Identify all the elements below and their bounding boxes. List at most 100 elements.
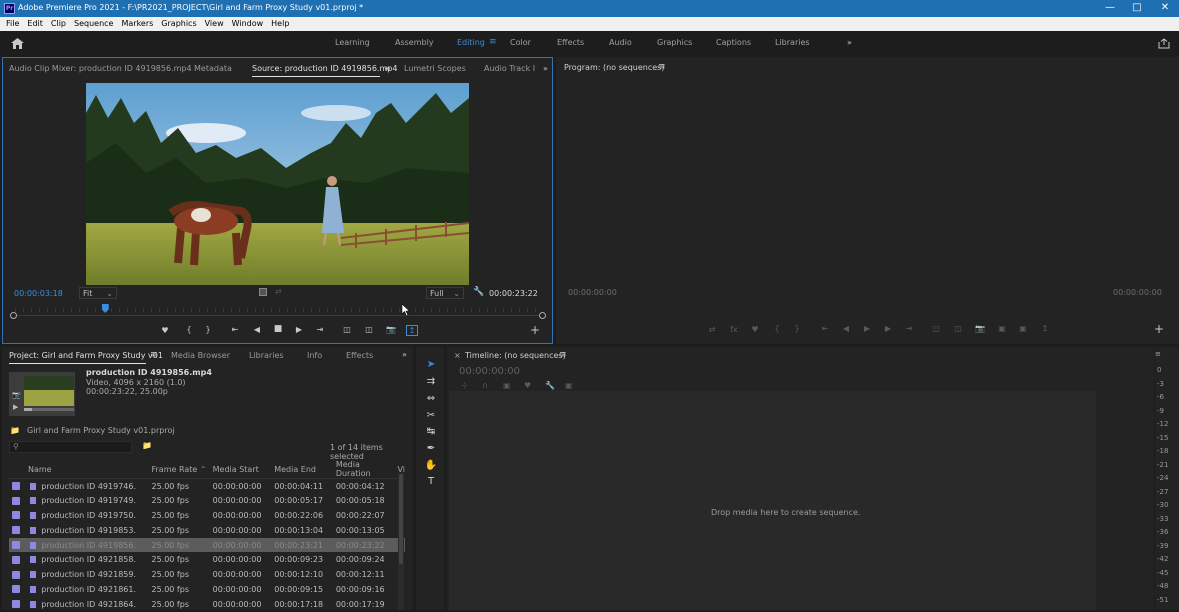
- timeline-drop-area[interactable]: [449, 391, 1096, 610]
- label-color-chip[interactable]: [12, 600, 20, 609]
- go-to-out-icon[interactable]: ⇥: [314, 325, 326, 334]
- workspace-tab-libraries[interactable]: Libraries: [775, 38, 810, 47]
- table-row[interactable]: production ID 4919853. 25.00 fps 00:00:00:…: [9, 523, 405, 538]
- ripple-edit-tool-icon[interactable]: ⇔: [424, 393, 438, 405]
- slip-tool-icon[interactable]: ↹: [424, 426, 438, 438]
- source-zoom-dropdown[interactable]: Fit ⌄: [79, 287, 117, 299]
- label-color-chip[interactable]: [12, 482, 20, 491]
- table-row[interactable]: production ID 4921859. 25.00 fps 00:00:00:…: [9, 567, 405, 582]
- program-mark-in-icon[interactable]: {: [771, 324, 783, 333]
- zoom-scroll-bar[interactable]: [17, 315, 539, 316]
- workspace-tab-audio[interactable]: Audio: [609, 38, 632, 47]
- table-row[interactable]: production ID 4921864. 25.00 fps 00:00:00:…: [9, 597, 405, 612]
- tab-libraries[interactable]: Libraries: [249, 351, 284, 360]
- export-frame-icon[interactable]: 📷: [385, 325, 397, 334]
- add-marker-timeline-icon[interactable]: ♥: [524, 381, 531, 390]
- track-select-tool-icon[interactable]: ⇉: [424, 376, 438, 388]
- mark-out-icon[interactable]: }: [202, 325, 214, 334]
- button-editor-add-icon[interactable]: +: [529, 323, 541, 337]
- label-color-chip[interactable]: [12, 585, 20, 594]
- minimize-icon[interactable]: —: [1103, 2, 1117, 13]
- workspace-menu-icon[interactable]: ≡: [489, 37, 497, 47]
- timeline-panel-menu-icon[interactable]: ≡: [559, 350, 567, 360]
- tab-audio-track[interactable]: Audio Track I: [484, 64, 535, 73]
- hand-tool-icon[interactable]: ✋: [424, 460, 438, 472]
- project-overflow-icon[interactable]: »: [402, 350, 407, 359]
- zoom-scroll-start-handle[interactable]: [10, 312, 17, 319]
- program-fx-icon[interactable]: fx: [728, 325, 740, 334]
- step-forward-icon[interactable]: ▶: [293, 325, 305, 334]
- menu-markers[interactable]: Markers: [117, 17, 157, 28]
- label-color-chip[interactable]: [12, 541, 20, 550]
- column-name[interactable]: Name: [9, 460, 149, 479]
- label-color-chip[interactable]: [12, 570, 20, 579]
- workspace-tab-captions[interactable]: Captions: [716, 38, 751, 47]
- program-extract-icon[interactable]: ◫: [952, 324, 964, 333]
- project-panel-menu-icon[interactable]: ≡: [150, 350, 158, 360]
- label-color-chip[interactable]: [12, 511, 20, 520]
- tab-info[interactable]: Info: [307, 351, 322, 360]
- timeline-settings-wrench-icon[interactable]: 🔧: [545, 381, 555, 390]
- program-export-frame-icon[interactable]: 📷: [974, 324, 986, 333]
- table-row[interactable]: production ID 4921858. 25.00 fps 00:00:00:…: [9, 552, 405, 567]
- tab-lumetri-scopes[interactable]: Lumetri Scopes: [404, 64, 466, 73]
- home-icon[interactable]: [11, 38, 24, 49]
- menu-window[interactable]: Window: [228, 17, 268, 28]
- play-preview-icon[interactable]: ▶: [13, 403, 18, 411]
- program-export-icon[interactable]: ↥: [1039, 324, 1051, 333]
- label-color-chip[interactable]: [12, 526, 20, 535]
- program-step-back-icon[interactable]: ◀: [840, 324, 852, 333]
- step-back-icon[interactable]: ◀: [251, 325, 263, 334]
- new-search-bin-icon[interactable]: 📁: [142, 441, 152, 450]
- table-row[interactable]: production ID 4919750. 25.00 fps 00:00:00:…: [9, 508, 405, 523]
- tab-audio-clip-mixer[interactable]: Audio Clip Mixer: production ID 4919856.…: [9, 64, 192, 73]
- column-media-start[interactable]: Media Start: [209, 460, 272, 479]
- source-panel-menu-icon[interactable]: ≡: [384, 64, 391, 73]
- program-mark-in-out-icon[interactable]: ⇄: [706, 325, 718, 334]
- menu-graphics[interactable]: Graphics: [157, 17, 200, 28]
- column-frame-rate[interactable]: Frame Rate ⌃: [148, 460, 210, 479]
- stop-icon[interactable]: ■: [272, 324, 284, 334]
- table-row[interactable]: production ID 4919749. 25.00 fps 00:00:00:…: [9, 493, 405, 508]
- workspace-tab-effects[interactable]: Effects: [557, 38, 584, 47]
- program-go-to-out-icon[interactable]: ⇥: [903, 324, 915, 333]
- project-search-input[interactable]: ⚲: [9, 441, 132, 453]
- selection-tool-icon[interactable]: ➤: [424, 359, 438, 371]
- pen-tool-icon[interactable]: ✒: [424, 443, 438, 455]
- workspace-tab-learning[interactable]: Learning: [335, 38, 370, 47]
- tab-source[interactable]: Source: production ID 4919856.mp4: [252, 64, 397, 73]
- workspace-tab-editing[interactable]: Editing: [457, 38, 485, 47]
- program-go-to-in-icon[interactable]: ⇤: [819, 324, 831, 333]
- program-button-editor-add-icon[interactable]: +: [1153, 322, 1165, 336]
- program-panel-menu-icon[interactable]: ≡: [658, 62, 666, 72]
- program-step-forward-icon[interactable]: ▶: [882, 324, 894, 333]
- menu-file[interactable]: File: [2, 17, 23, 28]
- project-scrollbar-thumb[interactable]: [399, 474, 403, 564]
- program-vr-icon[interactable]: ▣: [1017, 324, 1029, 333]
- table-row[interactable]: production ID 4919746. 25.00 fps 00:00:00:…: [9, 479, 405, 494]
- column-media-duration[interactable]: Media Duration: [332, 460, 395, 479]
- program-play-icon[interactable]: ▶: [861, 324, 873, 333]
- menu-clip[interactable]: Clip: [47, 17, 70, 28]
- zoom-scroll-end-handle[interactable]: [539, 312, 546, 319]
- column-media-end[interactable]: Media End: [271, 460, 333, 479]
- audio-meter-menu-icon[interactable]: ≡: [1155, 350, 1161, 358]
- label-color-chip[interactable]: [12, 555, 20, 564]
- timeline-close-icon[interactable]: ×: [454, 351, 461, 360]
- tab-effects[interactable]: Effects: [346, 351, 373, 360]
- linked-selection-icon[interactable]: ▣: [503, 381, 511, 390]
- share-icon[interactable]: [1158, 38, 1170, 49]
- source-resolution-dropdown[interactable]: Full ⌄: [426, 287, 464, 299]
- menu-help[interactable]: Help: [267, 17, 293, 28]
- insert-sequence-as-nest-icon[interactable]: ⊹: [461, 381, 468, 390]
- snap-icon[interactable]: ∩: [482, 381, 488, 390]
- panel-overflow-icon[interactable]: »: [543, 64, 548, 73]
- tab-metadata[interactable]: Metadata: [194, 64, 232, 73]
- source-current-time[interactable]: 00:00:03:18: [14, 289, 63, 298]
- workspace-overflow-icon[interactable]: »: [847, 38, 852, 47]
- tab-project[interactable]: Project: Girl and Farm Proxy Study v01: [9, 351, 163, 360]
- go-to-in-icon[interactable]: ⇤: [229, 325, 241, 334]
- label-color-chip[interactable]: [12, 496, 20, 505]
- captions-display-icon[interactable]: ▣: [565, 381, 573, 390]
- workspace-tab-color[interactable]: Color: [510, 38, 531, 47]
